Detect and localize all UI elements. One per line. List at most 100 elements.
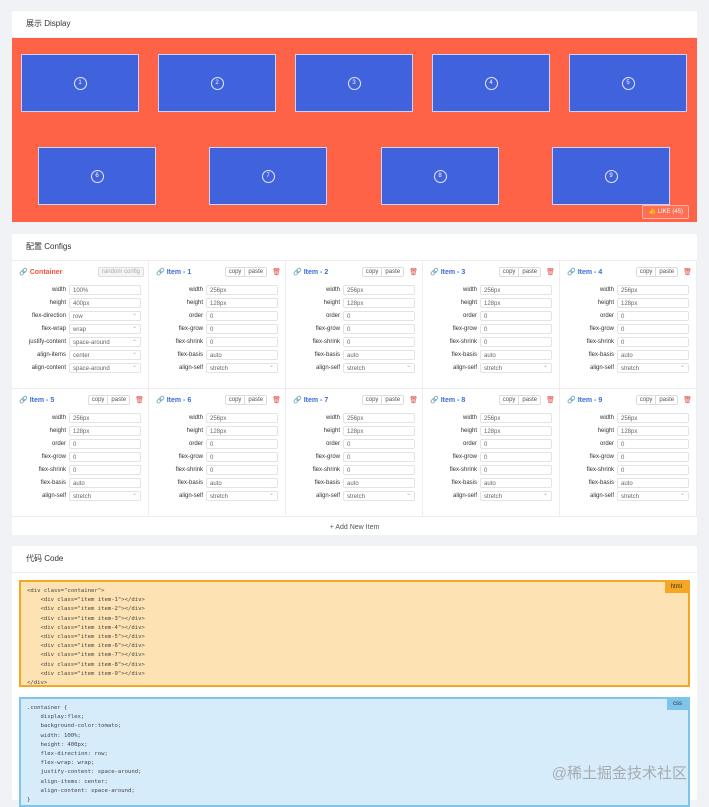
prop-select[interactable]: center — [69, 348, 141, 360]
prop-input[interactable]: 0 — [69, 438, 141, 449]
prop-input[interactable]: 256px — [69, 412, 141, 423]
prop-input[interactable]: 0 — [480, 323, 552, 334]
paste-button[interactable]: paste — [108, 395, 131, 405]
prop-input[interactable]: auto — [617, 349, 689, 360]
prop-input[interactable]: 0 — [617, 438, 689, 449]
prop-input[interactable]: 256px — [343, 284, 415, 295]
prop-input[interactable]: 128px — [480, 425, 552, 436]
prop-input[interactable]: 0 — [617, 310, 689, 321]
trash-icon[interactable]: 🗑 — [683, 268, 692, 276]
prop-input[interactable]: 256px — [206, 412, 278, 423]
copy-button[interactable]: copy — [87, 395, 109, 405]
prop-input[interactable]: 400px — [69, 297, 141, 308]
prop-input[interactable]: 256px — [617, 412, 689, 423]
trash-icon[interactable]: 🗑 — [272, 396, 281, 404]
trash-icon[interactable]: 🗑 — [135, 396, 144, 404]
prop-input[interactable]: 0 — [617, 323, 689, 334]
prop-input[interactable]: 128px — [343, 297, 415, 308]
paste-button[interactable]: paste — [245, 267, 268, 277]
prop-input[interactable]: auto — [480, 349, 552, 360]
add-new-item-button[interactable]: + Add New Item — [12, 521, 697, 535]
prop-input[interactable]: 256px — [343, 412, 415, 423]
trash-icon[interactable]: 🗑 — [272, 268, 281, 276]
paste-button[interactable]: paste — [656, 267, 679, 277]
trash-icon[interactable]: 🗑 — [546, 396, 555, 404]
prop-select[interactable]: space-around — [69, 335, 141, 347]
prop-input[interactable]: 0 — [69, 464, 141, 475]
prop-input[interactable]: 0 — [343, 336, 415, 347]
prop-input[interactable]: 0 — [206, 336, 278, 347]
copy-button[interactable]: copy — [224, 395, 246, 405]
paste-button[interactable]: paste — [519, 267, 542, 277]
prop-input[interactable]: 0 — [69, 451, 141, 462]
random-config-button[interactable]: random config — [97, 267, 144, 277]
prop-input[interactable]: auto — [480, 477, 552, 488]
copy-button[interactable]: copy — [498, 395, 520, 405]
prop-input[interactable]: 128px — [343, 425, 415, 436]
prop-select[interactable]: stretch — [206, 489, 278, 501]
prop-select[interactable]: stretch — [343, 361, 415, 373]
prop-input[interactable]: 0 — [343, 323, 415, 334]
prop-input[interactable]: 0 — [617, 451, 689, 462]
prop-input[interactable]: 0 — [480, 310, 552, 321]
prop-input[interactable]: 0 — [343, 451, 415, 462]
prop-input[interactable]: 0 — [206, 451, 278, 462]
paste-button[interactable]: paste — [382, 267, 405, 277]
prop-input[interactable]: 0 — [206, 323, 278, 334]
prop-select[interactable]: wrap — [69, 322, 141, 334]
prop-input[interactable]: 0 — [343, 310, 415, 321]
copy-button[interactable]: copy — [635, 267, 657, 277]
prop-select[interactable]: space-around — [69, 361, 141, 373]
prop-input[interactable]: 0 — [206, 310, 278, 321]
prop-select[interactable]: stretch — [617, 489, 689, 501]
paste-button[interactable]: paste — [245, 395, 268, 405]
copy-button[interactable]: copy — [361, 267, 383, 277]
trash-icon[interactable]: 🗑 — [409, 396, 418, 404]
like-button[interactable]: 👍 LIKE (45) — [642, 205, 689, 219]
prop-input[interactable]: 256px — [480, 412, 552, 423]
prop-input[interactable]: 100% — [69, 284, 141, 295]
prop-input[interactable]: 0 — [480, 336, 552, 347]
prop-input[interactable]: auto — [343, 477, 415, 488]
prop-input[interactable]: 0 — [206, 464, 278, 475]
paste-button[interactable]: paste — [519, 395, 542, 405]
prop-input[interactable]: 0 — [480, 464, 552, 475]
prop-select[interactable]: stretch — [69, 489, 141, 501]
prop-input[interactable]: 0 — [480, 451, 552, 462]
trash-icon[interactable]: 🗑 — [546, 268, 555, 276]
prop-select[interactable]: stretch — [480, 489, 552, 501]
paste-button[interactable]: paste — [382, 395, 405, 405]
prop-input[interactable]: auto — [206, 477, 278, 488]
copy-button[interactable]: copy — [224, 267, 246, 277]
prop-input[interactable]: auto — [617, 477, 689, 488]
prop-input[interactable]: 0 — [617, 336, 689, 347]
prop-input[interactable]: 0 — [343, 438, 415, 449]
prop-input[interactable]: 0 — [206, 438, 278, 449]
prop-select[interactable]: stretch — [343, 489, 415, 501]
prop-select[interactable]: stretch — [206, 361, 278, 373]
prop-select[interactable]: stretch — [480, 361, 552, 373]
prop-input[interactable]: 0 — [343, 464, 415, 475]
prop-input[interactable]: 256px — [206, 284, 278, 295]
prop-input[interactable]: 256px — [480, 284, 552, 295]
copy-button[interactable]: copy — [498, 267, 520, 277]
prop-input[interactable]: 128px — [617, 425, 689, 436]
paste-button[interactable]: paste — [656, 395, 679, 405]
copy-button[interactable]: copy — [361, 395, 383, 405]
prop-input[interactable]: auto — [69, 477, 141, 488]
prop-input[interactable]: auto — [206, 349, 278, 360]
prop-select[interactable]: stretch — [617, 361, 689, 373]
prop-input[interactable]: 128px — [617, 297, 689, 308]
prop-input[interactable]: 0 — [480, 438, 552, 449]
prop-input[interactable]: 128px — [69, 425, 141, 436]
trash-icon[interactable]: 🗑 — [409, 268, 418, 276]
prop-input[interactable]: 128px — [480, 297, 552, 308]
trash-icon[interactable]: 🗑 — [683, 396, 692, 404]
prop-input[interactable]: 128px — [206, 297, 278, 308]
copy-button[interactable]: copy — [635, 395, 657, 405]
prop-input[interactable]: auto — [343, 349, 415, 360]
prop-input[interactable]: 128px — [206, 425, 278, 436]
prop-input[interactable]: 0 — [617, 464, 689, 475]
prop-select[interactable]: row — [69, 309, 141, 321]
prop-input[interactable]: 256px — [617, 284, 689, 295]
